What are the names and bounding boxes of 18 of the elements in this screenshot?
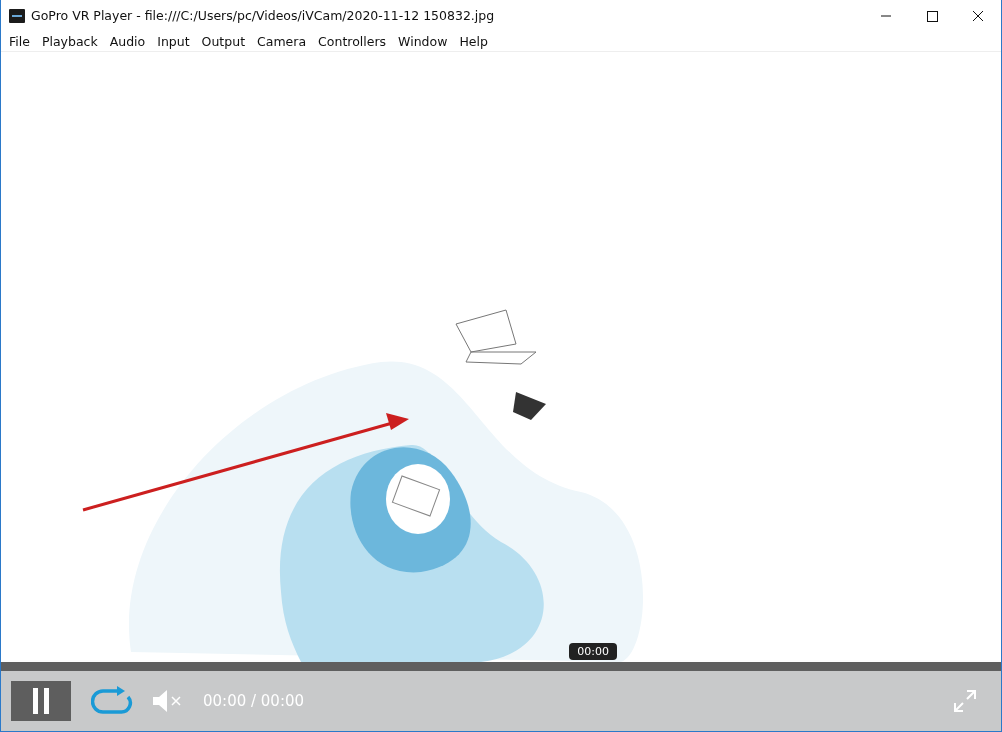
loop-icon[interactable] xyxy=(91,686,133,716)
seek-bar[interactable] xyxy=(1,662,1001,671)
menu-item[interactable]: Audio xyxy=(103,33,152,49)
pause-button[interactable] xyxy=(11,681,71,721)
menu-item[interactable]: Input xyxy=(151,33,196,49)
menu-item[interactable]: File xyxy=(3,33,36,49)
pause-icon xyxy=(31,688,51,714)
volume-muted-icon[interactable] xyxy=(153,690,183,712)
app-icon xyxy=(9,7,25,24)
window-title: GoPro VR Player - file:///C:/Users/pc/Videos/iVCam/2020-11-12 150832.jpg xyxy=(31,8,495,23)
menu-item[interactable]: Window xyxy=(392,33,454,49)
menu-item[interactable]: Playback xyxy=(35,33,104,49)
menu-item[interactable]: Help xyxy=(453,33,494,49)
fullscreen-icon[interactable] xyxy=(953,689,977,713)
time-tooltip: 00:00 xyxy=(569,643,617,660)
menu-item[interactable]: Controllers xyxy=(312,33,393,49)
menu-item[interactable]: Camera xyxy=(251,33,313,49)
menu-item[interactable]: Output xyxy=(195,33,252,49)
